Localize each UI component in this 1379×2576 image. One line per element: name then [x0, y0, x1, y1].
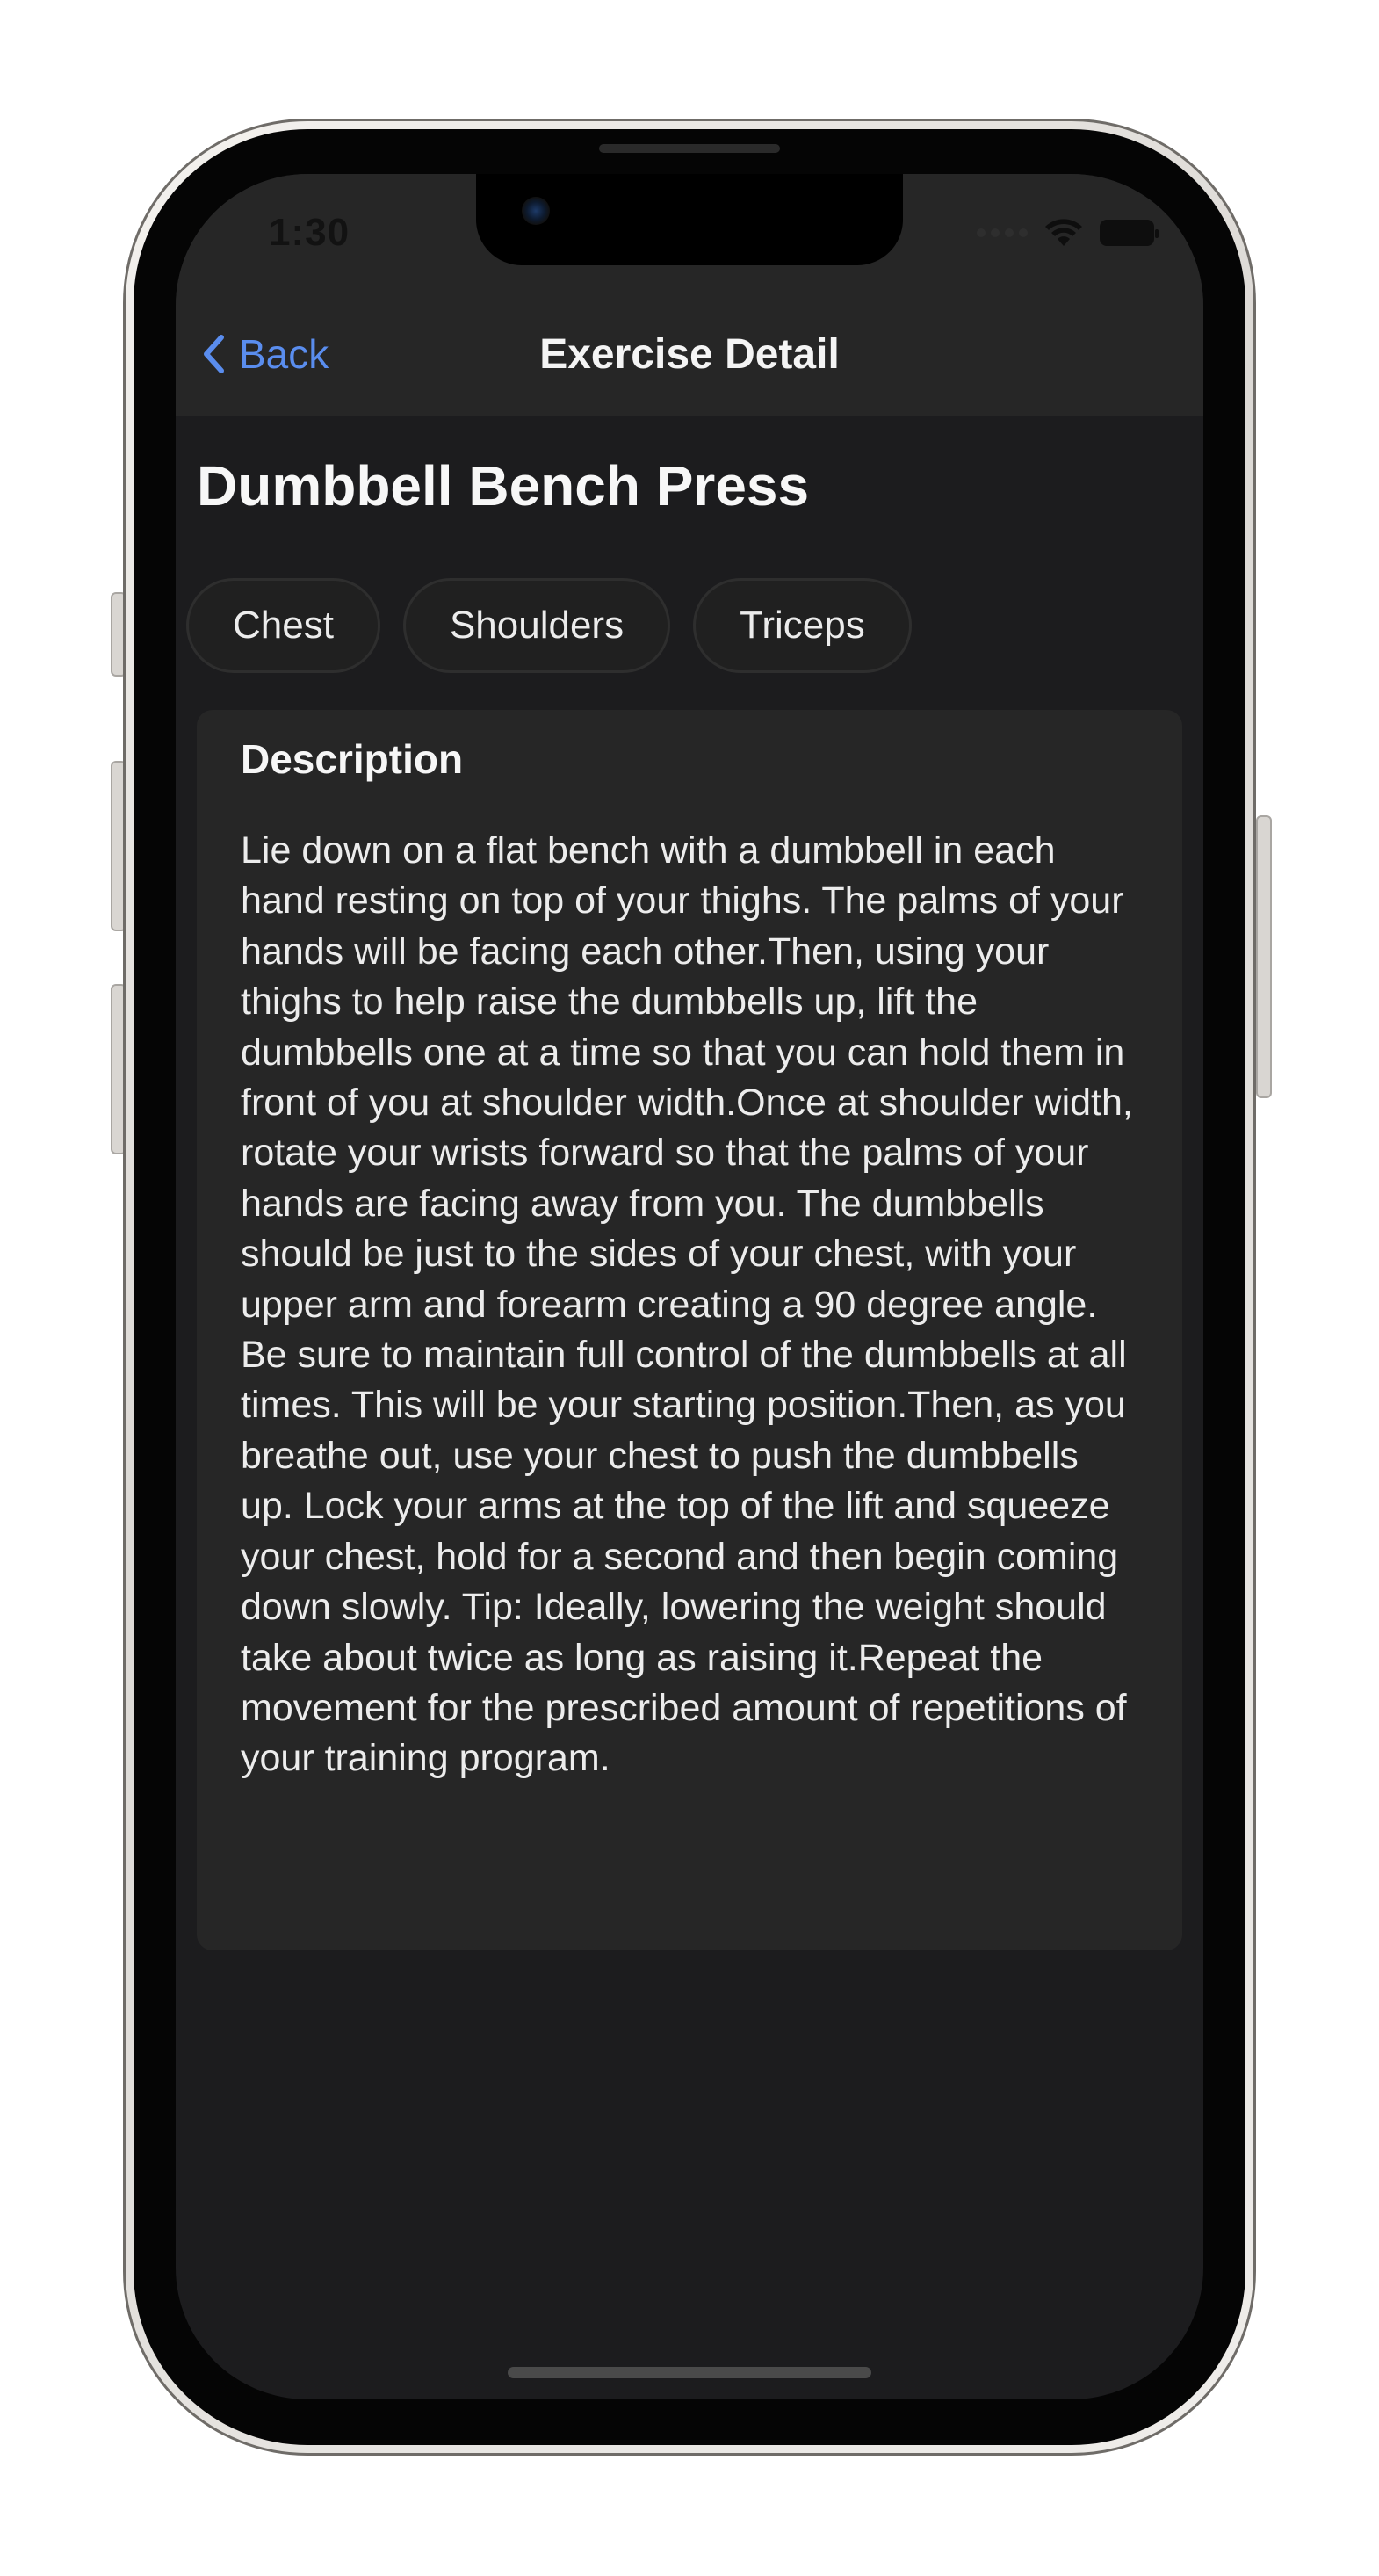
- status-icons: [977, 218, 1159, 248]
- description-card: Description Lie down on a flat bench wit…: [197, 710, 1182, 1950]
- battery-icon: [1100, 220, 1159, 246]
- nav-title: Exercise Detail: [539, 331, 840, 378]
- app-screen: 1:30 Back Exercise Detail Dumbbell Bench…: [176, 174, 1203, 2399]
- description-text: Lie down on a flat bench with a dumbbell…: [241, 829, 1133, 1780]
- muscle-chip-chest[interactable]: Chest: [186, 578, 380, 673]
- speaker-grille: [599, 144, 780, 153]
- status-time: 1:30: [269, 211, 350, 254]
- front-camera: [522, 197, 550, 225]
- exercise-title: Dumbbell Bench Press: [197, 454, 810, 517]
- muscle-chip-triceps[interactable]: Triceps: [693, 578, 912, 673]
- description-heading: Description: [241, 736, 464, 782]
- device-frame: 1:30 Back Exercise Detail Dumbbell Bench…: [0, 0, 1379, 2576]
- power-button: [1256, 815, 1272, 1098]
- cellular-signal-icon: [977, 228, 1028, 237]
- home-indicator[interactable]: [508, 2367, 871, 2378]
- muscle-tags: Chest Shoulders Triceps: [186, 578, 912, 673]
- muscle-chip-shoulders[interactable]: Shoulders: [402, 578, 671, 673]
- wifi-icon: [1045, 219, 1082, 246]
